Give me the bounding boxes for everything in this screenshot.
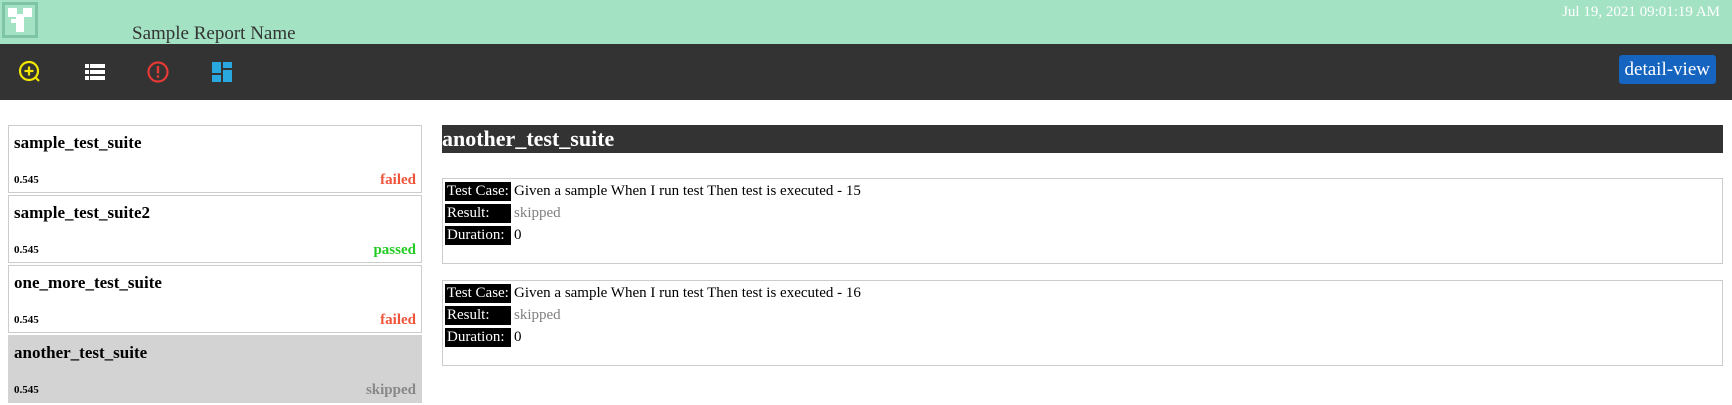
suite-heading: another_test_suite bbox=[442, 125, 1723, 153]
test-case-row: Test Case: Given a sample When I run tes… bbox=[445, 283, 861, 303]
suite-item[interactable]: sample_test_suite 0.545 failed bbox=[8, 125, 422, 193]
suite-duration: 0.545 bbox=[14, 244, 39, 256]
suite-duration: 0.545 bbox=[14, 384, 39, 396]
result-value: skipped bbox=[514, 306, 561, 323]
test-case-label: Test Case: bbox=[445, 181, 511, 201]
suite-status: failed bbox=[380, 172, 416, 188]
result-label: Result: bbox=[445, 203, 511, 223]
detail-panel: another_test_suite Test Case: Given a sa… bbox=[442, 125, 1723, 366]
suite-name: another_test_suite bbox=[14, 343, 148, 362]
suite-name: one_more_test_suite bbox=[14, 273, 162, 292]
test-case-row: Test Case: Given a sample When I run tes… bbox=[445, 181, 861, 201]
report-timestamp: Jul 19, 2021 09:01:19 AM bbox=[1562, 4, 1720, 20]
suite-item[interactable]: one_more_test_suite 0.545 failed bbox=[8, 265, 422, 333]
error-icon[interactable] bbox=[145, 59, 171, 85]
duration-label: Duration: bbox=[445, 225, 511, 245]
duration-value: 0 bbox=[514, 328, 522, 345]
duration-row: Duration: 0 bbox=[445, 225, 522, 245]
duration-row: Duration: 0 bbox=[445, 327, 522, 347]
top-header: Sample Report Name Jul 19, 2021 09:01:19… bbox=[0, 0, 1732, 44]
suite-status: skipped bbox=[365, 382, 416, 398]
duration-label: Duration: bbox=[445, 327, 511, 347]
result-label: Result: bbox=[445, 305, 511, 325]
test-case-name: Given a sample When I run test Then test… bbox=[514, 284, 861, 301]
toolbar: detail-view bbox=[0, 44, 1732, 100]
suite-status: passed bbox=[373, 242, 416, 258]
result-row: Result: skipped bbox=[445, 203, 561, 223]
suite-list: sample_test_suite 0.545 failed sample_te… bbox=[8, 125, 422, 405]
report-title: Sample Report Name bbox=[132, 23, 296, 44]
result-value: skipped bbox=[514, 204, 561, 221]
list-icon[interactable] bbox=[82, 59, 108, 85]
test-case-label: Test Case: bbox=[445, 283, 511, 303]
suite-duration: 0.545 bbox=[14, 174, 39, 186]
suite-name: sample_test_suite2 bbox=[14, 203, 150, 222]
detail-view-button[interactable]: detail-view bbox=[1618, 55, 1716, 84]
test-case-name: Given a sample When I run test Then test… bbox=[514, 182, 861, 199]
report-logo-icon bbox=[2, 2, 38, 38]
suite-duration: 0.545 bbox=[14, 314, 39, 326]
suite-name: sample_test_suite bbox=[14, 133, 142, 152]
suite-item-selected[interactable]: another_test_suite 0.545 skipped bbox=[8, 335, 422, 403]
test-case-card: Test Case: Given a sample When I run tes… bbox=[442, 280, 1723, 366]
suite-item[interactable]: sample_test_suite2 0.545 passed bbox=[8, 195, 422, 263]
suite-status: failed bbox=[380, 312, 416, 328]
result-row: Result: skipped bbox=[445, 305, 561, 325]
add-circle-icon[interactable] bbox=[17, 59, 43, 85]
dashboard-icon[interactable] bbox=[209, 59, 235, 85]
duration-value: 0 bbox=[514, 226, 522, 243]
test-case-card: Test Case: Given a sample When I run tes… bbox=[442, 178, 1723, 264]
